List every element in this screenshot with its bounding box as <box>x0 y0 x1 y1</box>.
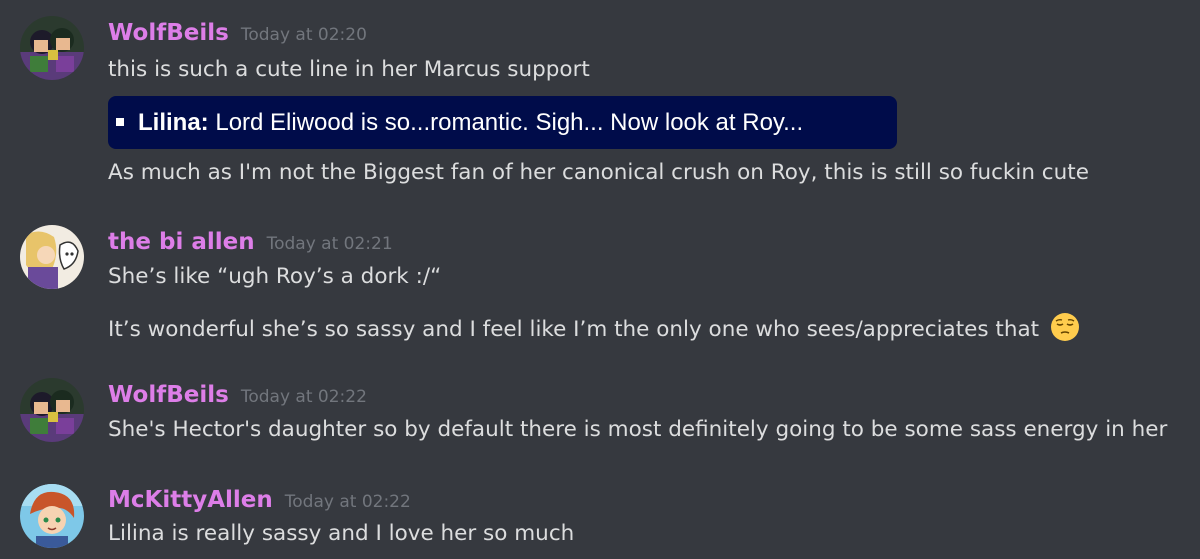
quote-text: Lord Eliwood is so...romantic. Sigh... N… <box>215 109 804 136</box>
user-avatar[interactable] <box>20 484 84 548</box>
message-text: As much as I'm not the Biggest fan of he… <box>108 160 1089 185</box>
message-text: She’s like “ugh Roy’s a dork :/“ <box>108 264 442 289</box>
username[interactable]: WolfBeils <box>108 20 229 46</box>
message-text: Lilina is really sassy and I love her so… <box>108 521 575 546</box>
timestamp: Today at 02:20 <box>240 25 367 45</box>
timestamp: Today at 02:22 <box>240 387 367 407</box>
timestamp: Today at 02:21 <box>266 234 393 254</box>
bullet-icon <box>116 117 124 126</box>
message-text: this is such a cute line in her Marcus s… <box>108 57 590 82</box>
username[interactable]: McKittyAllen <box>108 487 273 513</box>
quote-speaker: Lilina: <box>138 109 209 136</box>
message-text-with-emoji: It’s wonderful she’s so sassy and I feel… <box>108 312 1080 342</box>
pensive-face-emoji-icon <box>1050 312 1080 342</box>
username[interactable]: WolfBeils <box>108 382 229 408</box>
message-text: It’s wonderful she’s so sassy and I feel… <box>108 317 1040 342</box>
user-avatar[interactable] <box>20 225 84 289</box>
username[interactable]: the bi allen <box>108 229 255 255</box>
message-text: She's Hector's daughter so by default th… <box>108 417 1168 442</box>
timestamp: Today at 02:22 <box>284 492 411 512</box>
embedded-quote-image: Lilina: Lord Eliwood is so...romantic. S… <box>108 96 897 149</box>
user-avatar[interactable] <box>20 16 84 80</box>
chat-log: WolfBeils Today at 02:20 this is such a c… <box>0 0 1200 559</box>
user-avatar[interactable] <box>20 378 84 442</box>
